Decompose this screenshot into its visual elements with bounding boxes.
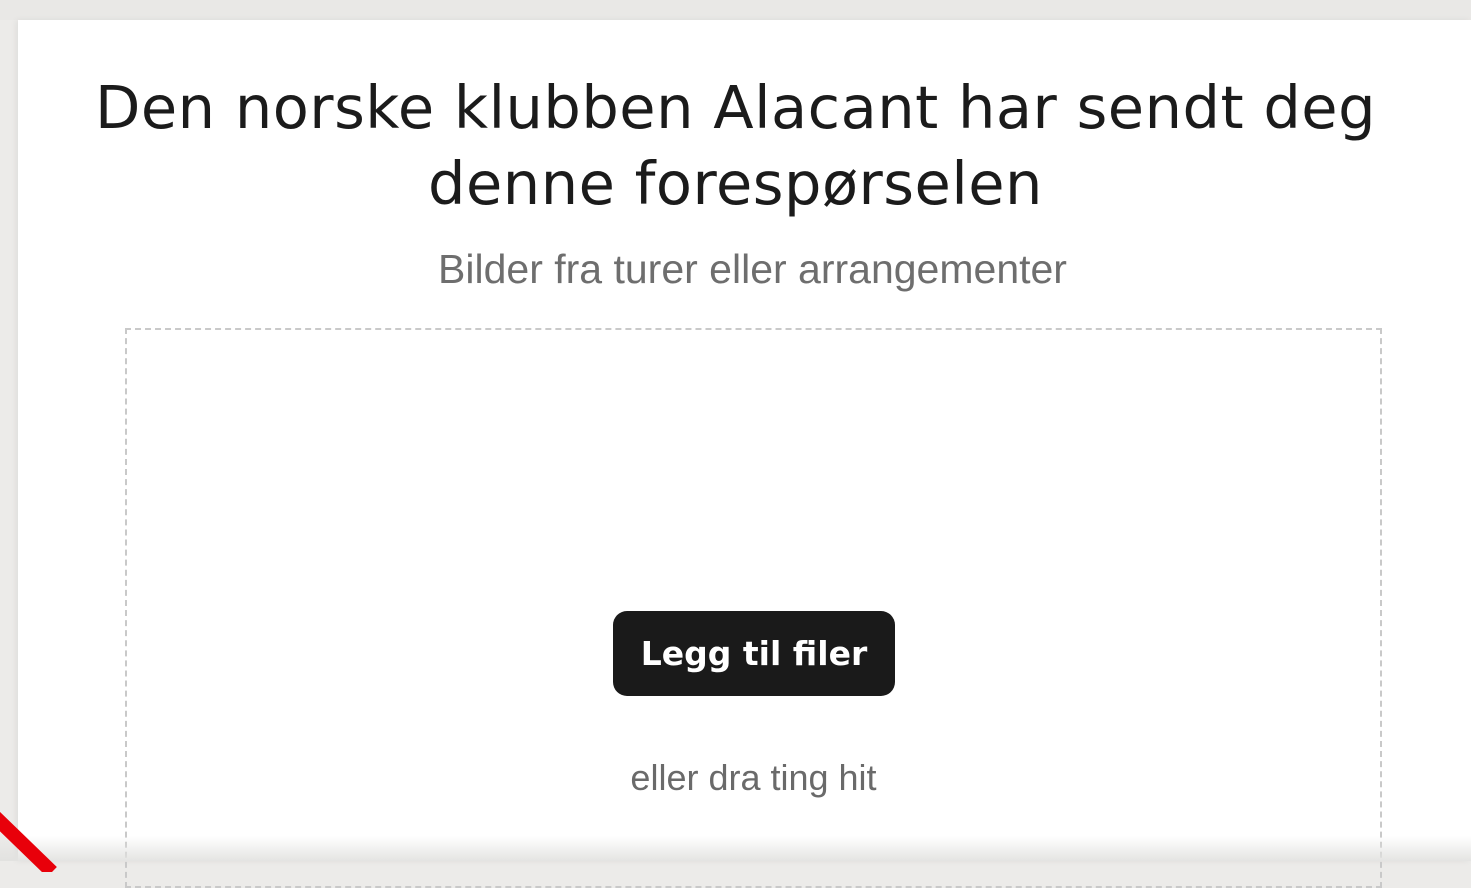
add-files-button[interactable]: Legg til filer: [613, 611, 895, 696]
bottom-fade: [0, 836, 1471, 861]
file-dropzone[interactable]: [125, 328, 1382, 888]
request-subtitle: Bilder fra turer eller arrangementer: [438, 246, 1067, 292]
request-title: Den norske klubben Alacant har sendt deg…: [94, 73, 1377, 218]
top-strip: [0, 0, 1471, 20]
drag-hint-text: eller dra ting hit: [630, 757, 877, 798]
